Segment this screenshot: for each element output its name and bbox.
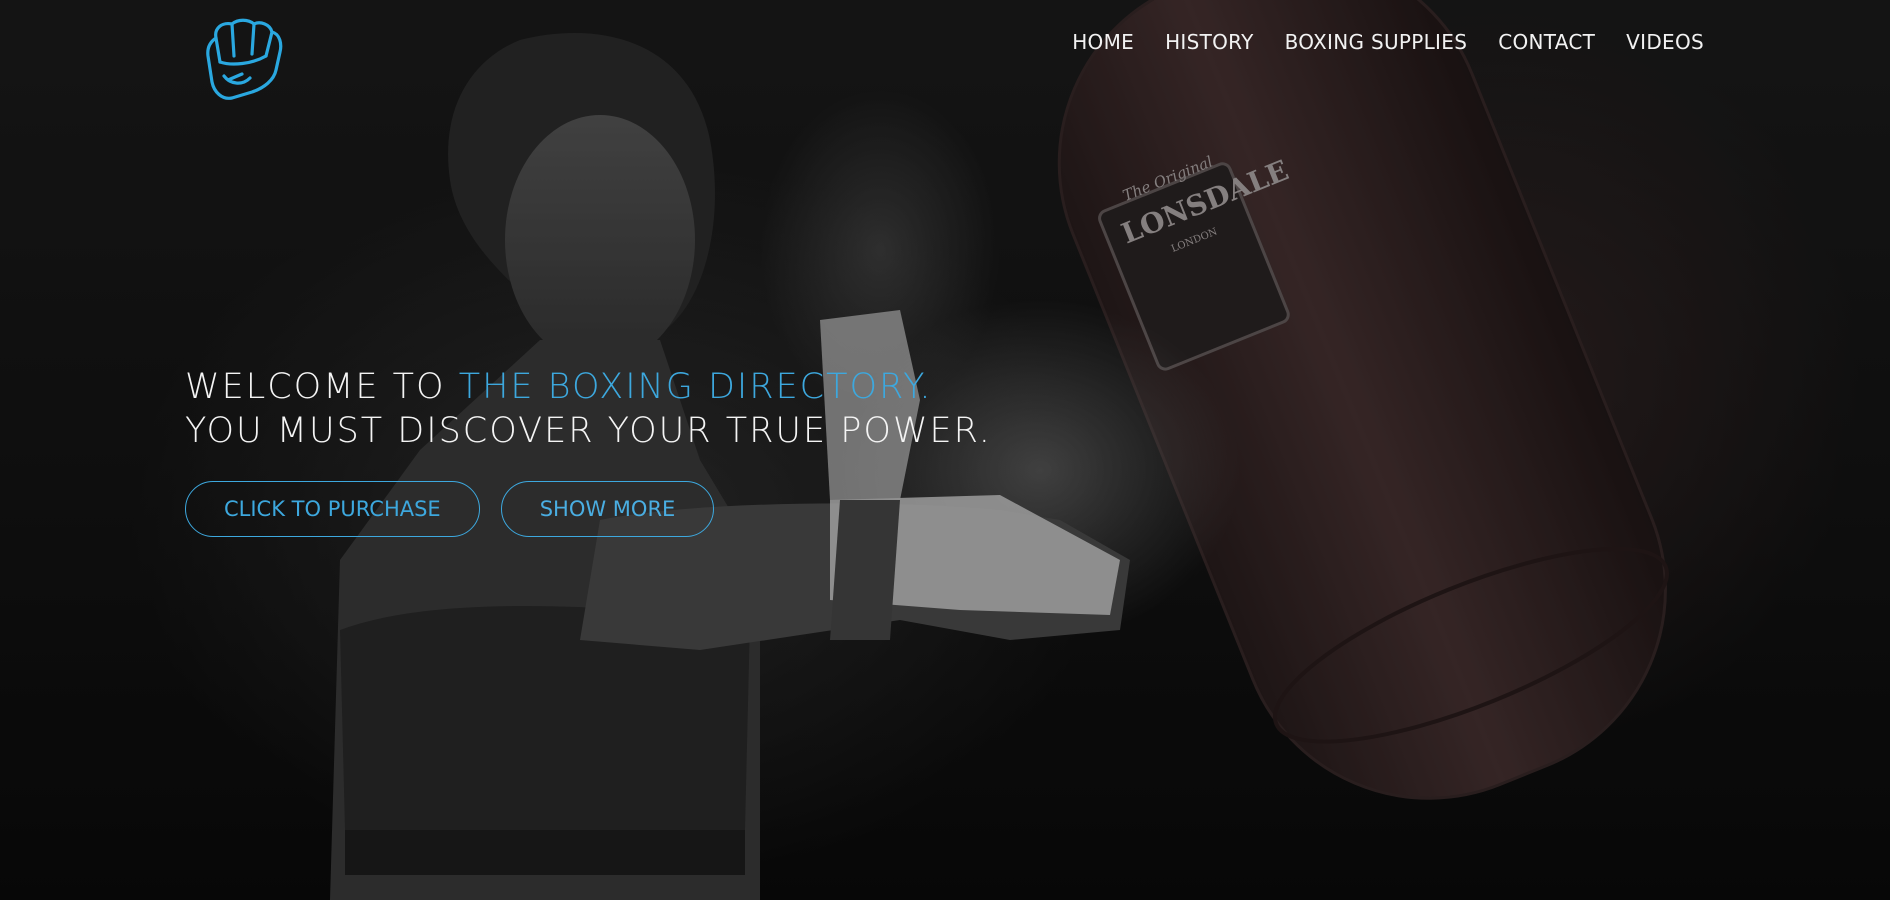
- nav-history[interactable]: HISTORY: [1165, 30, 1254, 54]
- main-nav: HOME HISTORY BOXING SUPPLIES CONTACT VID…: [1072, 30, 1704, 54]
- headline-prefix: WELCOME TO: [185, 367, 459, 407]
- headline-line-2: YOU MUST DISCOVER YOUR TRUE POWER.: [185, 411, 992, 451]
- nav-home[interactable]: HOME: [1072, 30, 1134, 54]
- logo[interactable]: [202, 16, 288, 102]
- cta-buttons: CLICK TO PURCHASE SHOW MORE: [185, 481, 715, 537]
- nav-videos[interactable]: VIDEOS: [1626, 30, 1704, 54]
- fist-icon: [206, 18, 283, 100]
- nav-boxing-supplies[interactable]: BOXING SUPPLIES: [1285, 30, 1468, 54]
- hero-section: The Original LONSDALE LONDON HOME HISTOR…: [0, 0, 1890, 900]
- headline-line-1: WELCOME TO THE BOXING DIRECTORY.: [185, 365, 992, 409]
- nav-contact[interactable]: CONTACT: [1498, 30, 1595, 54]
- show-more-button[interactable]: SHOW MORE: [500, 481, 715, 537]
- hero-headline: WELCOME TO THE BOXING DIRECTORY. YOU MUS…: [185, 365, 992, 453]
- purchase-button[interactable]: CLICK TO PURCHASE: [185, 481, 480, 537]
- headline-accent: THE BOXING DIRECTORY.: [458, 367, 933, 407]
